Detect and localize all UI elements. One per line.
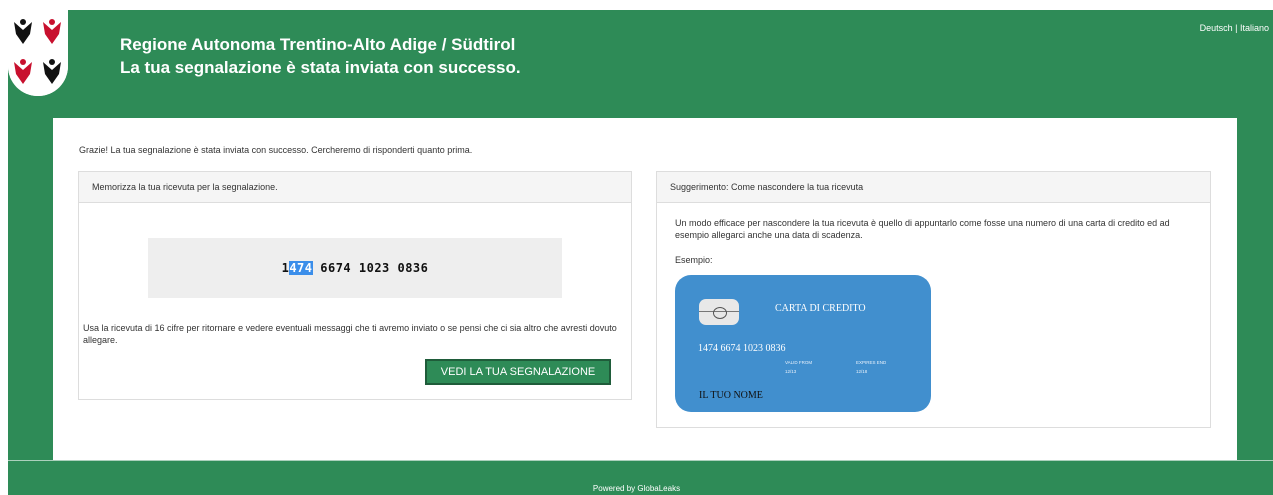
main-content: Grazie! La tua segnalazione è stata invi… [53,118,1237,460]
card-valid-from-label: VALID FROM [785,360,813,365]
page-subtitle: La tua segnalazione è stata inviata con … [120,58,521,77]
card-holder-name: IL TUO NOME [699,390,763,401]
card-valid-from-value: 12/13 [785,369,797,374]
receipt-selected-text: 474 [289,261,313,275]
card-number: 1474 6674 1023 0836 [698,343,786,354]
language-switcher: Deutsch | Italiano [1200,23,1269,33]
receipt-rest: 6674 1023 0836 [312,261,429,275]
page: Deutsch | Italiano Regione Autonoma Tren… [0,0,1273,495]
receipt-panel-heading: Memorizza la tua ricevuta per la segnala… [79,172,631,203]
card-title: CARTA DI CREDITO [775,303,866,314]
card-expires-value: 12/18 [856,369,868,374]
example-label: Esempio: [675,255,713,265]
tip-text: Un modo efficace per nascondere la tua r… [675,218,1170,240]
footer-powered-by[interactable]: Powered by GlobaLeaks [0,484,1273,493]
tip-panel: Suggerimento: Come nascondere la tua ric… [656,171,1211,428]
receipt-code[interactable]: 1474 6674 1023 0836 [148,238,562,298]
region-coat-of-arms-logo [8,10,68,96]
credit-card-example: CARTA DI CREDITO 1474 6674 1023 0836 VAL… [675,275,931,412]
page-header: Regione Autonoma Trentino-Alto Adige / S… [120,33,521,79]
card-chip-icon [699,299,739,325]
view-submission-button[interactable]: VEDI LA TUA SEGNALAZIONE [425,359,611,385]
thanks-message: Grazie! La tua segnalazione è stata invi… [79,145,473,155]
receipt-panel: Memorizza la tua ricevuta per la segnala… [78,171,632,400]
card-expires-label: EXPIRES END [856,360,887,365]
lang-link-deutsch[interactable]: Deutsch | [1200,23,1238,33]
lang-link-italiano[interactable]: Italiano [1240,23,1269,33]
tip-panel-heading: Suggerimento: Come nascondere la tua ric… [657,172,1210,203]
region-title: Regione Autonoma Trentino-Alto Adige / S… [120,35,516,54]
receipt-instructions: Usa la ricevuta di 16 cifre per ritornar… [83,323,617,345]
footer-divider [8,460,1273,461]
